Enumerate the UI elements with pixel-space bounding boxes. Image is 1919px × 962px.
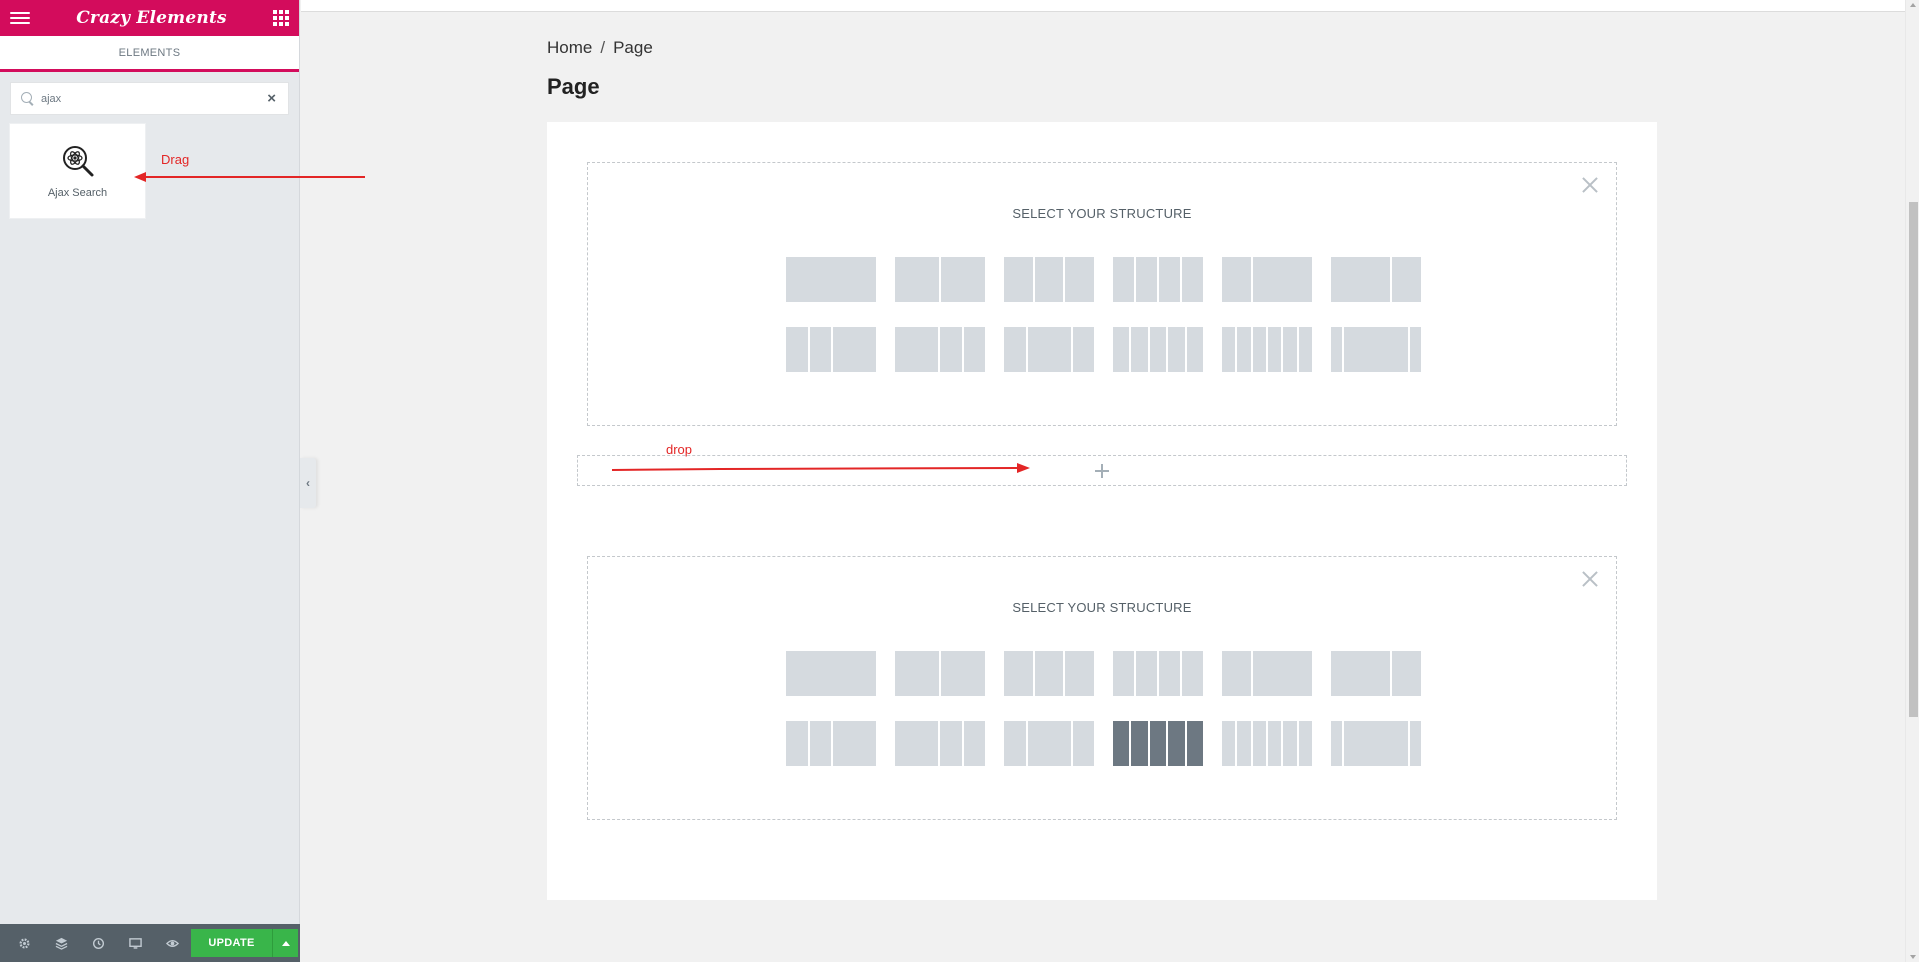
scroll-down-icon[interactable] [1910,955,1916,959]
structure-selector-1: SELECT YOUR STRUCTURE [587,162,1617,426]
breadcrumb-current: Page [613,38,653,57]
panel-footer: UPDATE [0,924,300,962]
update-options-button[interactable] [272,929,298,957]
collapse-panel-button[interactable]: ‹ [300,458,316,508]
preset-33-66[interactable] [1222,257,1312,302]
preset-50-25-25[interactable] [895,721,985,766]
widget-label: Ajax Search [47,187,108,199]
preset-100[interactable] [786,257,876,302]
preset-33-66[interactable] [1222,651,1312,696]
structure-selector-2: SELECT YOUR STRUCTURE [587,556,1617,820]
breadcrumb: Home / Page [547,38,653,58]
plus-icon [1095,463,1109,478]
scrollbar-thumb[interactable] [1909,202,1918,717]
widget-search: × [10,82,289,115]
search-input[interactable] [41,92,262,105]
caret-up-icon [281,940,290,946]
drag-annotation: Drag [161,152,190,167]
preset-25-50-25[interactable] [1004,721,1094,766]
ajax-search-icon [62,146,93,177]
preset-25-x4[interactable] [1113,651,1203,696]
update-group: UPDATE [191,929,298,957]
close-icon[interactable] [1582,177,1598,193]
drop-annotation: drop [666,442,693,457]
preview-top-bar [301,0,1905,12]
widget-ajax-search[interactable]: Ajax Search [10,124,145,218]
tab-elements[interactable]: ELEMENTS [119,47,181,59]
preset-50-25-25[interactable] [895,327,985,372]
breadcrumb-separator: / [600,38,606,57]
preset-20-x5[interactable] [1113,327,1204,372]
preset-16-66-16[interactable] [1331,721,1421,766]
structure-presets [786,257,1421,372]
menu-icon[interactable] [10,10,30,26]
breadcrumb-home-link[interactable]: Home [547,38,592,57]
search-icon [21,91,35,106]
preset-100[interactable] [786,651,876,696]
preset-16-x6[interactable] [1222,327,1312,372]
preset-50-50[interactable] [895,257,985,302]
preset-16-x6[interactable] [1222,721,1312,766]
drop-arrow [611,463,1030,473]
preset-25-x4[interactable] [1113,257,1203,302]
panel-header: Crazy Elements [0,0,299,36]
gear-icon[interactable] [6,924,43,962]
preset-50-50[interactable] [895,651,985,696]
editor-panel: Crazy Elements ELEMENTS × Ajax Search [0,0,300,962]
preset-25-50-25[interactable] [1004,327,1094,372]
structure-presets [786,651,1421,766]
add-section-dropzone[interactable] [577,455,1627,486]
page-scrollbar[interactable] [1905,0,1919,962]
panel-tabs: ELEMENTS [0,36,299,72]
eye-icon[interactable] [154,924,191,962]
layers-icon[interactable] [43,924,80,962]
preset-33-33-33[interactable] [1004,257,1095,302]
desktop-icon[interactable] [117,924,154,962]
preset-66-33[interactable] [1331,257,1421,302]
widgets-grid-icon[interactable] [272,10,289,26]
preset-20-x5[interactable] [1113,721,1204,766]
page-canvas: SELECT YOUR STRUCTURE SELECT YOUR STRUCT… [547,122,1657,900]
preset-33-33-33[interactable] [1004,651,1095,696]
preset-66-33[interactable] [1331,651,1421,696]
clear-search-icon[interactable]: × [267,90,276,107]
structure-title: SELECT YOUR STRUCTURE [1012,600,1192,615]
scroll-up-icon[interactable] [1910,3,1916,7]
history-icon[interactable] [80,924,117,962]
structure-title: SELECT YOUR STRUCTURE [1012,206,1192,221]
chevron-left-icon: ‹ [306,476,310,490]
close-icon[interactable] [1582,571,1598,587]
preset-25-25-50[interactable] [786,327,876,372]
brand-logo: Crazy Elements [76,8,227,28]
page-title: Page [547,74,600,99]
update-button[interactable]: UPDATE [191,929,272,957]
preset-25-25-50[interactable] [786,721,876,766]
preset-16-66-16[interactable] [1331,327,1421,372]
